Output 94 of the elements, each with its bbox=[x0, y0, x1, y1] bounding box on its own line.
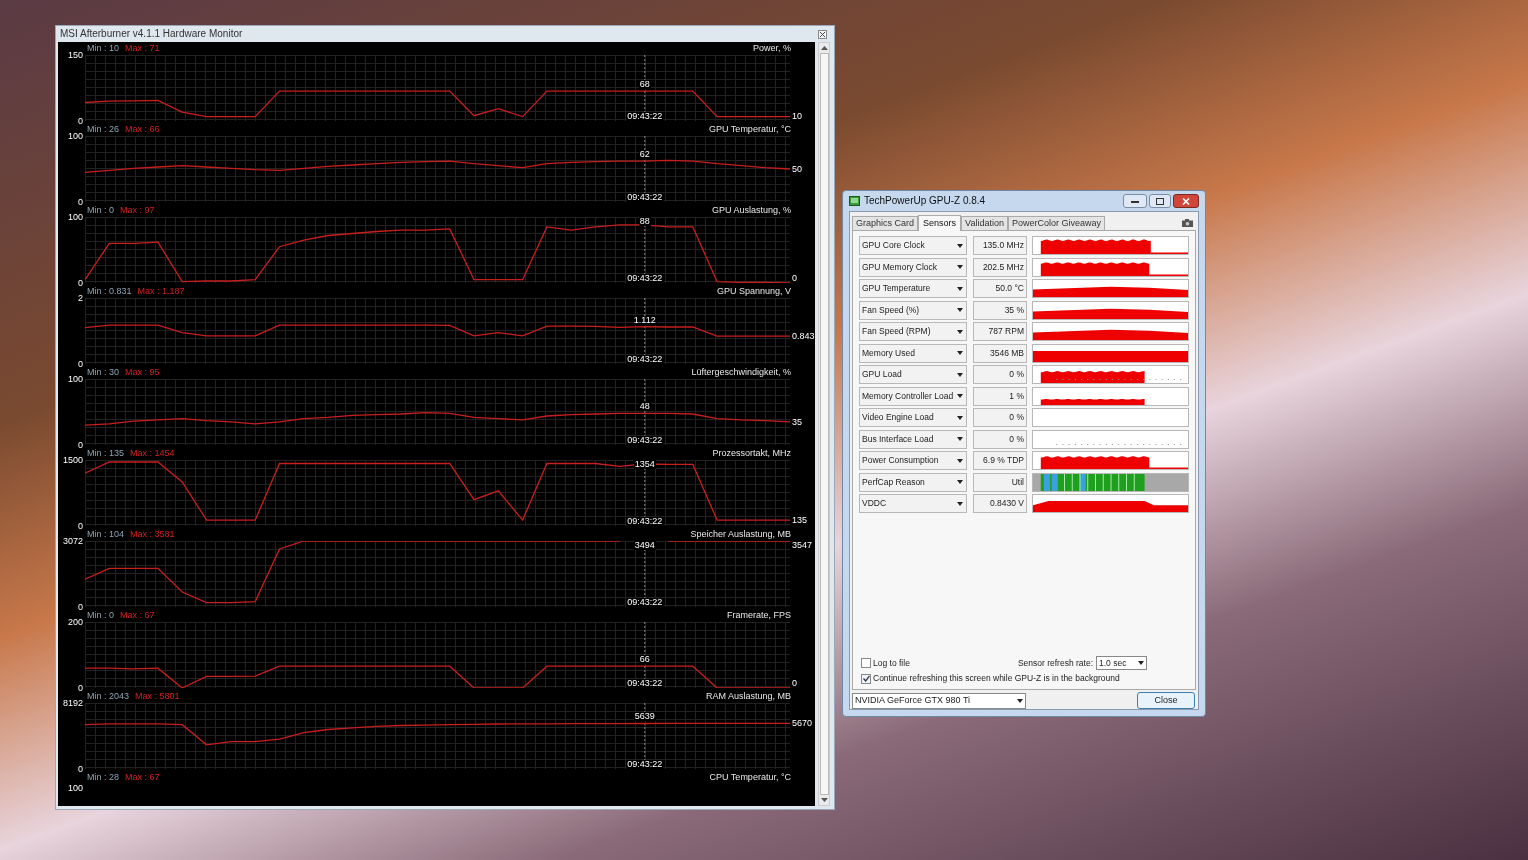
graph-title: GPU Temperatur, °C bbox=[709, 124, 791, 134]
sensor-value: Util bbox=[973, 472, 1027, 492]
current-value: 3547 bbox=[792, 541, 813, 550]
max-value: Max : 67 bbox=[125, 772, 160, 782]
current-value: 0.843 bbox=[792, 332, 815, 342]
cursor-time: 09:43:22 bbox=[626, 598, 664, 607]
cursor-value: 1.112 bbox=[632, 315, 657, 325]
max-value: Max : 71 bbox=[125, 43, 160, 53]
sensor-value: 0.8430 V bbox=[973, 494, 1027, 513]
cursor-time: 09:43:22 bbox=[626, 355, 664, 364]
min-value: Min : 135 bbox=[87, 448, 125, 458]
graph-title: CPU Temperatur, °C bbox=[709, 772, 791, 782]
cursor-value: 5639 bbox=[633, 712, 656, 722]
axis-tick-label: 0 bbox=[78, 440, 83, 450]
min-value: Min : 30 bbox=[87, 367, 119, 377]
refresh-rate-label: Sensor refresh rate: bbox=[1017, 656, 1093, 670]
axis-tick-label: 0 bbox=[78, 278, 83, 288]
axis-tick-label: 8192 bbox=[62, 698, 83, 708]
graph-title: RAM Auslastung, MB bbox=[705, 691, 791, 701]
max-value: Max : 67 bbox=[120, 610, 155, 620]
axis-tick-label: 3072 bbox=[62, 536, 83, 546]
cursor-time: 09:43:22 bbox=[626, 760, 664, 769]
window-title: MSI Afterburner v4.1.1 Hardware Monitor bbox=[60, 29, 243, 39]
cursor-time: 09:43:22 bbox=[626, 679, 664, 688]
current-value: 35 bbox=[792, 417, 802, 427]
sensor-value: 50.0 °C bbox=[973, 279, 1027, 298]
min-value: Min : 10 bbox=[87, 43, 119, 53]
min-value: Min : 2043 bbox=[87, 691, 130, 701]
current-value: 0 bbox=[792, 274, 797, 283]
axis-tick-label: 2 bbox=[78, 293, 83, 303]
cursor-time: 09:43:22 bbox=[626, 274, 664, 283]
cursor-value: 68 bbox=[638, 80, 651, 90]
axis-tick-label: 0 bbox=[78, 359, 83, 369]
current-value: 135 bbox=[792, 516, 808, 526]
cursor-time: 09:43:22 bbox=[626, 112, 664, 121]
axis-tick-label: 150 bbox=[67, 50, 83, 60]
max-value: Max : 97 bbox=[120, 205, 155, 215]
current-value: 5670 bbox=[792, 719, 813, 729]
sensor-value: 202.5 MHz bbox=[973, 257, 1027, 277]
max-value: Max : 66 bbox=[125, 124, 160, 134]
sensor-value: 3546 MB bbox=[973, 343, 1027, 363]
min-value: Min : 28 bbox=[87, 772, 119, 782]
cursor-time: 09:43:22 bbox=[626, 436, 664, 445]
axis-tick-label: 0 bbox=[78, 521, 83, 531]
cursor-value: 66 bbox=[638, 655, 651, 665]
max-value: Max : 3581 bbox=[130, 529, 175, 539]
axis-tick-label: 100 bbox=[67, 784, 83, 793]
cursor-value: 62 bbox=[638, 150, 651, 160]
checkbox-label: Continue refreshing this screen while GPU-Z is in the background bbox=[873, 672, 1120, 685]
axis-tick-label: 100 bbox=[67, 131, 83, 141]
sensor-value: 135.0 MHz bbox=[973, 236, 1027, 255]
graph-title: GPU Spannung, V bbox=[716, 286, 791, 296]
sensor-value: 1 % bbox=[973, 386, 1027, 406]
graph-title: Power, % bbox=[752, 43, 791, 53]
min-value: Min : 0 bbox=[87, 610, 114, 620]
current-value: 0 bbox=[792, 679, 797, 688]
sensor-value: 0 % bbox=[973, 365, 1027, 384]
min-value: Min : 26 bbox=[87, 124, 119, 134]
cursor-value: 3494 bbox=[633, 541, 656, 550]
window-title: TechPowerUp GPU-Z 0.8.4 bbox=[864, 196, 986, 206]
axis-tick-label: 100 bbox=[67, 212, 83, 222]
max-value: Max : 1.187 bbox=[137, 286, 185, 296]
current-value: 50 bbox=[792, 165, 802, 174]
max-value: Max : 1454 bbox=[130, 448, 175, 458]
axis-tick-label: 1500 bbox=[62, 455, 83, 465]
cursor-value: 1354 bbox=[633, 460, 656, 469]
cursor-time: 09:43:22 bbox=[626, 193, 664, 202]
graph-title: Prozessortakt, MHz bbox=[712, 448, 791, 458]
axis-tick-label: 0 bbox=[78, 197, 83, 207]
graph-title: Lüftergeschwindigkeit, % bbox=[691, 367, 791, 377]
checkbox-label: Log to file bbox=[873, 656, 910, 670]
axis-tick-label: 0 bbox=[78, 764, 83, 774]
sensor-value: 6.9 % TDP bbox=[973, 451, 1027, 470]
axis-tick-label: 0 bbox=[78, 683, 83, 693]
axis-tick-label: 100 bbox=[67, 374, 83, 384]
cursor-time: 09:43:22 bbox=[626, 517, 664, 526]
min-value: Min : 104 bbox=[87, 529, 125, 539]
min-value: Min : 0 bbox=[87, 205, 114, 215]
sensor-value: 35 % bbox=[973, 300, 1027, 320]
graph-title: Speicher Auslastung, MB bbox=[690, 529, 791, 539]
sensor-value: 0 % bbox=[973, 408, 1027, 427]
cursor-value: 48 bbox=[638, 402, 651, 412]
axis-tick-label: 200 bbox=[67, 617, 83, 627]
sensor-value: 787 RPM bbox=[973, 322, 1027, 341]
max-value: Max : 5801 bbox=[135, 691, 180, 701]
cursor-value: 88 bbox=[638, 217, 651, 226]
max-value: Max : 95 bbox=[125, 367, 160, 377]
graph-title: Framerate, FPS bbox=[727, 610, 791, 620]
axis-tick-label: 0 bbox=[78, 602, 83, 612]
axis-tick-label: 0 bbox=[78, 116, 83, 126]
sensor-value: 0 % bbox=[973, 429, 1027, 449]
min-value: Min : 0.831 bbox=[87, 286, 132, 296]
graph-title: GPU Auslastung, % bbox=[711, 205, 791, 215]
current-value: 10 bbox=[792, 112, 802, 121]
